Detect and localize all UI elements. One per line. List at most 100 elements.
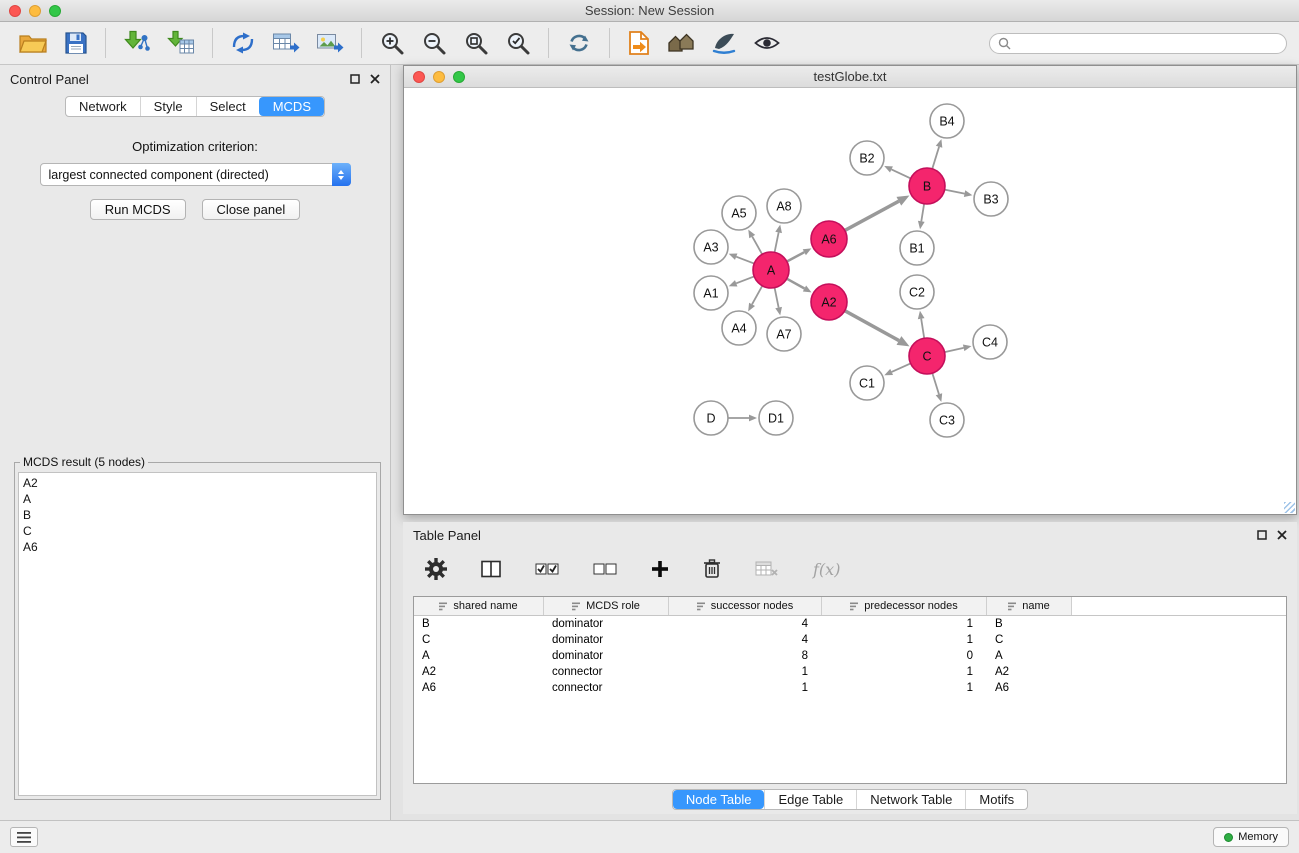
resize-grip[interactable] [1284, 502, 1295, 513]
table-cell[interactable]: B [987, 616, 1072, 632]
tab-node-table[interactable]: Node Table [673, 790, 765, 809]
graph-node-C3[interactable]: C3 [930, 403, 964, 437]
graph-edge-A-A5[interactable] [748, 230, 762, 255]
table-cell[interactable]: dominator [544, 648, 669, 664]
graph-node-A2[interactable]: A2 [811, 284, 847, 320]
graph-node-A[interactable]: A [753, 252, 789, 288]
table-cell[interactable]: A [414, 648, 544, 664]
column-header-MCDS-role[interactable]: MCDS role [544, 597, 669, 615]
refresh-button[interactable] [563, 28, 595, 58]
zoom-window-button[interactable] [49, 5, 61, 17]
zoom-out-button[interactable] [418, 28, 450, 58]
float-panel-button[interactable] [350, 72, 360, 87]
graph-edge-C-C2[interactable] [918, 311, 925, 338]
toggle-visibility-button[interactable] [750, 32, 784, 54]
table-cell[interactable]: A6 [414, 680, 544, 696]
graph-node-B3[interactable]: B3 [974, 182, 1008, 216]
network-overview-button[interactable] [664, 30, 698, 56]
export-network-button[interactable] [227, 29, 259, 57]
table-cell[interactable]: A [987, 648, 1072, 664]
delete-table-button[interactable] [752, 558, 782, 580]
table-cell[interactable]: 4 [669, 616, 822, 632]
tab-select[interactable]: Select [196, 97, 259, 116]
memory-button[interactable]: Memory [1213, 827, 1289, 847]
table-cell[interactable]: 1 [669, 680, 822, 696]
graph-edge-C-C3[interactable] [932, 373, 942, 402]
close-network-window-button[interactable] [413, 71, 425, 83]
minimize-window-button[interactable] [29, 5, 41, 17]
column-header-name[interactable]: name [987, 597, 1072, 615]
table-cell[interactable]: connector [544, 680, 669, 696]
table-row[interactable]: A6connector11A6 [414, 680, 1286, 696]
table-cell[interactable]: C [987, 632, 1072, 648]
mcds-result-item[interactable]: C [23, 523, 372, 539]
table-cell[interactable]: 1 [822, 616, 987, 632]
graph-node-B4[interactable]: B4 [930, 104, 964, 138]
close-control-panel-button[interactable] [370, 72, 380, 87]
network-graph[interactable]: B4B2BB3A8A5A6B1A3AC2A1A2A4A7C4CC1C3DD1 [404, 88, 1296, 514]
tab-network-table[interactable]: Network Table [856, 790, 965, 809]
graph-node-C4[interactable]: C4 [973, 325, 1007, 359]
graph-node-B2[interactable]: B2 [850, 141, 884, 175]
delete-column-button[interactable] [700, 557, 724, 581]
table-cell[interactable]: 1 [822, 632, 987, 648]
table-cell[interactable]: 8 [669, 648, 822, 664]
graph-node-D[interactable]: D [694, 401, 728, 435]
graph-node-A6[interactable]: A6 [811, 221, 847, 257]
graph-edge-B-B3[interactable] [945, 190, 973, 197]
import-network-button[interactable] [120, 28, 154, 58]
table-row[interactable]: Bdominator41B [414, 616, 1286, 632]
column-header-shared-name[interactable]: shared name [414, 597, 544, 615]
close-panel-button[interactable]: Close panel [202, 199, 301, 220]
table-cell[interactable]: A6 [987, 680, 1072, 696]
network-canvas[interactable]: B4B2BB3A8A5A6B1A3AC2A1A2A4A7C4CC1C3DD1 [404, 88, 1296, 514]
run-mcds-button[interactable]: Run MCDS [90, 199, 186, 220]
graph-node-A5[interactable]: A5 [722, 196, 756, 230]
graph-edge-B-B4[interactable] [932, 139, 942, 169]
graph-edge-C-C4[interactable] [945, 345, 972, 353]
table-cell[interactable]: C [414, 632, 544, 648]
add-column-button[interactable] [648, 558, 672, 580]
import-table-button[interactable] [164, 28, 198, 58]
table-cell[interactable]: 0 [822, 648, 987, 664]
graph-node-B[interactable]: B [909, 168, 945, 204]
float-table-panel-button[interactable] [1257, 528, 1267, 543]
graph-node-B1[interactable]: B1 [900, 231, 934, 265]
table-cell[interactable]: 1 [669, 664, 822, 680]
graph-edge-A-A3[interactable] [729, 253, 754, 263]
graph-edge-A-A6[interactable] [787, 248, 811, 261]
table-cell[interactable]: dominator [544, 632, 669, 648]
graph-edge-A6-B[interactable] [845, 196, 910, 231]
graph-node-D1[interactable]: D1 [759, 401, 793, 435]
column-header-successor-nodes[interactable]: successor nodes [669, 597, 822, 615]
mcds-result-list[interactable]: A2ABCA6 [18, 472, 377, 796]
mcds-result-item[interactable]: A6 [23, 539, 372, 555]
style-tools-button[interactable] [708, 29, 740, 57]
table-cell[interactable]: 1 [822, 680, 987, 696]
graph-edge-B-B1[interactable] [918, 204, 925, 229]
table-cell[interactable]: dominator [544, 616, 669, 632]
graph-node-A3[interactable]: A3 [694, 230, 728, 264]
table-cell[interactable]: B [414, 616, 544, 632]
graph-node-C1[interactable]: C1 [850, 366, 884, 400]
table-cell[interactable]: A2 [414, 664, 544, 680]
function-builder-button[interactable]: f(x) [810, 558, 843, 581]
deselect-all-columns-button[interactable] [590, 560, 620, 578]
graph-edge-C-C1[interactable] [884, 363, 910, 375]
save-session-button[interactable] [61, 29, 91, 57]
task-history-button[interactable] [10, 827, 38, 847]
tab-mcds[interactable]: MCDS [259, 97, 324, 116]
table-cell[interactable]: 4 [669, 632, 822, 648]
open-session-button[interactable] [15, 29, 51, 57]
graph-edge-B-B2[interactable] [884, 166, 910, 178]
graph-edge-A-A2[interactable] [787, 279, 812, 293]
zoom-in-button[interactable] [376, 28, 408, 58]
graph-edge-A-A8[interactable] [775, 225, 782, 253]
table-cell[interactable]: 1 [822, 664, 987, 680]
zoom-network-window-button[interactable] [453, 71, 465, 83]
table-cell[interactable]: connector [544, 664, 669, 680]
document-export-button[interactable] [624, 28, 654, 58]
show-columns-button[interactable] [478, 558, 504, 580]
close-table-panel-button[interactable] [1277, 528, 1287, 543]
graph-edge-A-A7[interactable] [775, 288, 782, 316]
